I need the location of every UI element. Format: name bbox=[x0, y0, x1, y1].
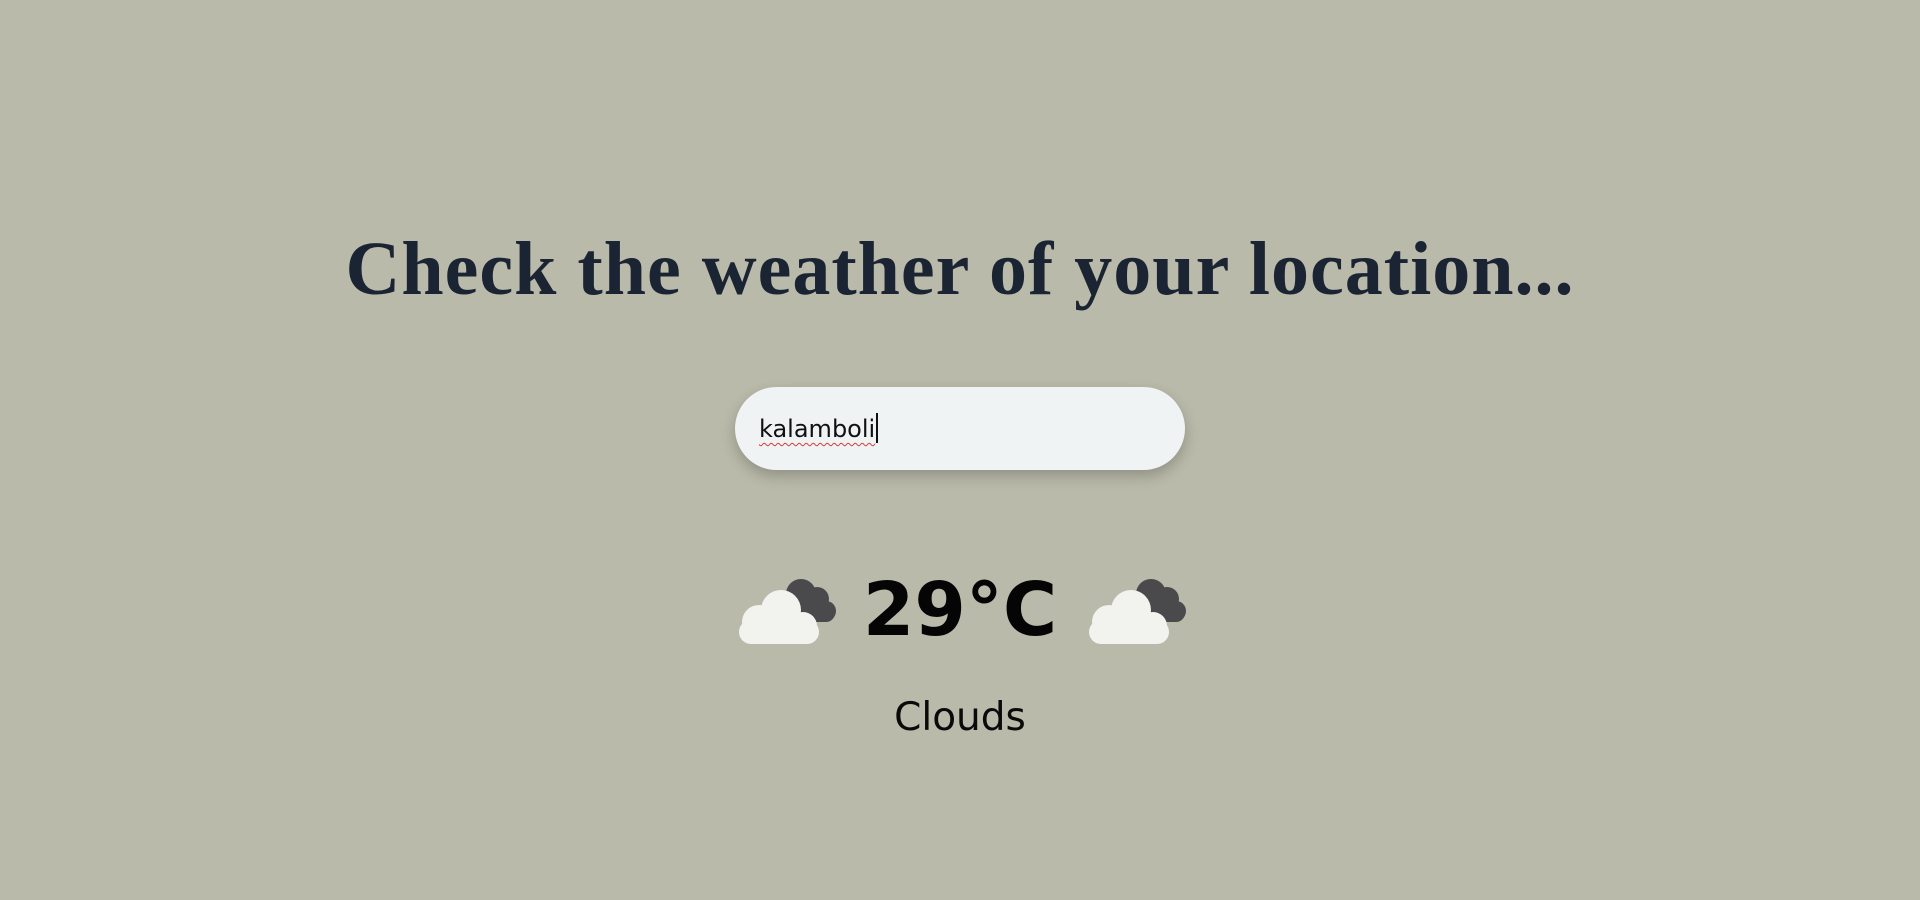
cloud-icon bbox=[738, 579, 836, 644]
weather-condition: Clouds bbox=[894, 695, 1026, 740]
cloud-icon bbox=[1089, 579, 1187, 644]
page: Check the weather of your location... ka… bbox=[0, 0, 1920, 900]
search-box[interactable]: kalamboli bbox=[735, 387, 1185, 470]
page-title: Check the weather of your location... bbox=[345, 227, 1575, 311]
weather-summary: 29°C bbox=[0, 560, 1920, 660]
search-input[interactable] bbox=[759, 387, 1159, 470]
temperature-value: 29°C bbox=[862, 567, 1058, 653]
